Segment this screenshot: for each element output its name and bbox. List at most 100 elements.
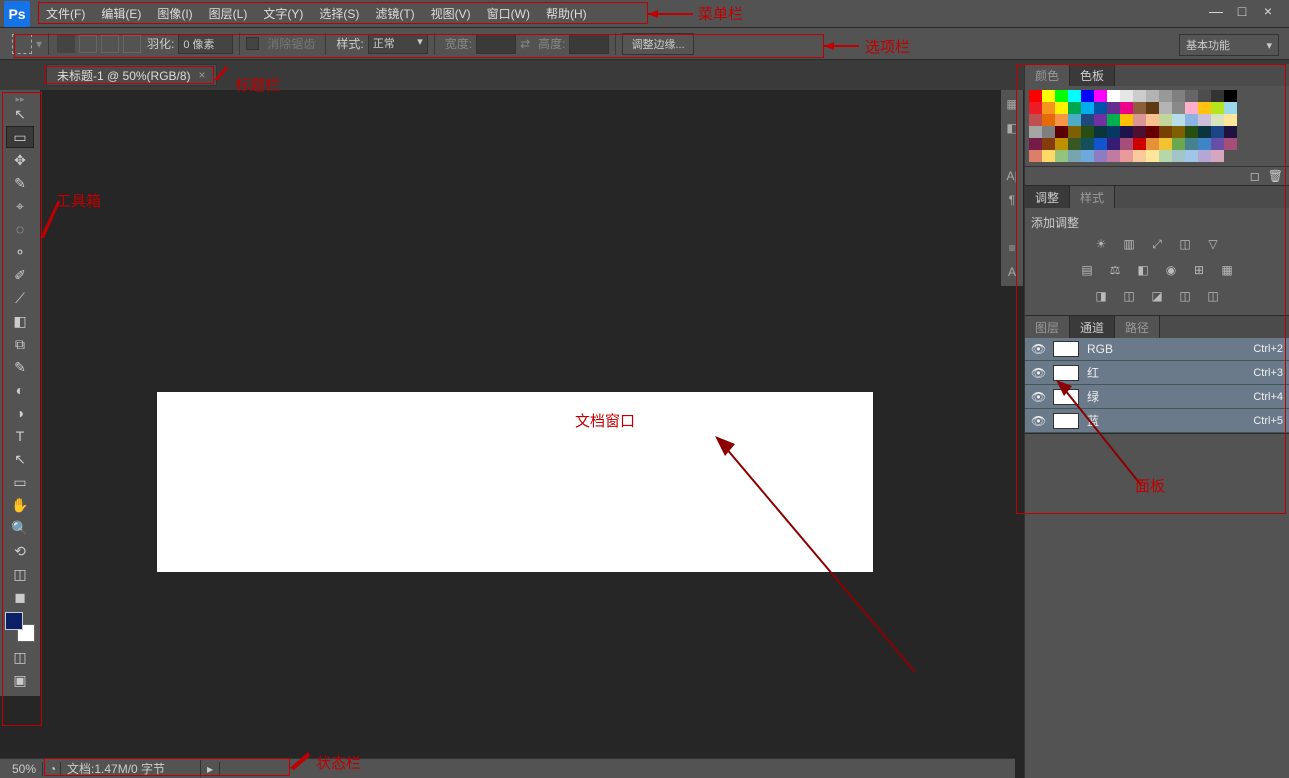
swatch[interactable]: [1068, 114, 1081, 126]
visibility-icon[interactable]: 👁: [1031, 414, 1047, 428]
panel-icon[interactable]: A|: [1002, 166, 1022, 186]
tool-button[interactable]: ✎: [6, 356, 34, 378]
swatch[interactable]: [1133, 150, 1146, 162]
swatch[interactable]: [1081, 138, 1094, 150]
swatch-grid[interactable]: [1025, 86, 1289, 166]
swatch[interactable]: [1185, 138, 1198, 150]
swatch[interactable]: [1107, 150, 1120, 162]
tool-button[interactable]: ◫: [6, 563, 34, 585]
swatch[interactable]: [1146, 114, 1159, 126]
tool-button[interactable]: ✋: [6, 494, 34, 516]
tool-button[interactable]: 🔍: [6, 517, 34, 539]
menu-item[interactable]: 图层(L): [201, 5, 256, 22]
selective-icon[interactable]: ◫: [1204, 287, 1222, 305]
menu-item[interactable]: 选择(S): [311, 5, 367, 22]
swatch[interactable]: [1107, 114, 1120, 126]
panel-icon[interactable]: ¶: [1002, 190, 1022, 210]
mode-add-icon[interactable]: [79, 35, 97, 53]
swatch[interactable]: [1120, 150, 1133, 162]
document-tab[interactable]: 未标题-1 @ 50%(RGB/8)×: [46, 64, 217, 86]
menu-item[interactable]: 文件(F): [38, 5, 93, 22]
swatch[interactable]: [1094, 90, 1107, 102]
swatch[interactable]: [1159, 150, 1172, 162]
color-tab[interactable]: 颜色: [1025, 64, 1070, 86]
swatch[interactable]: [1055, 126, 1068, 138]
swatch[interactable]: [1042, 102, 1055, 114]
photo-filter-icon[interactable]: ◉: [1162, 261, 1180, 279]
tool-button[interactable]: ⧉: [6, 333, 34, 355]
swatches-tab[interactable]: 色板: [1070, 64, 1115, 86]
swatch[interactable]: [1094, 150, 1107, 162]
channel-row[interactable]: 👁绿Ctrl+4: [1025, 385, 1289, 409]
swatch[interactable]: [1198, 126, 1211, 138]
channel-row[interactable]: 👁红Ctrl+3: [1025, 361, 1289, 385]
visibility-icon[interactable]: 👁: [1031, 366, 1047, 380]
swatch[interactable]: [1055, 102, 1068, 114]
swatch[interactable]: [1172, 90, 1185, 102]
swatch[interactable]: [1094, 102, 1107, 114]
swatch[interactable]: [1133, 114, 1146, 126]
swatch[interactable]: [1120, 102, 1133, 114]
swatch[interactable]: [1224, 90, 1237, 102]
swatch[interactable]: [1172, 150, 1185, 162]
adjustments-tab[interactable]: 调整: [1025, 186, 1070, 208]
swatch[interactable]: [1185, 114, 1198, 126]
swatch[interactable]: [1029, 90, 1042, 102]
swatch[interactable]: [1029, 102, 1042, 114]
swatch[interactable]: [1159, 114, 1172, 126]
swatch[interactable]: [1081, 90, 1094, 102]
invert-icon[interactable]: ◨: [1092, 287, 1110, 305]
tool-button[interactable]: ◌: [6, 218, 34, 240]
balance-icon[interactable]: ⚖: [1106, 261, 1124, 279]
swatch[interactable]: [1185, 126, 1198, 138]
layers-tab[interactable]: 图层: [1025, 316, 1070, 338]
curves-icon[interactable]: ⤢: [1148, 235, 1166, 253]
exposure-icon[interactable]: ◫: [1176, 235, 1194, 253]
visibility-icon[interactable]: 👁: [1031, 390, 1047, 404]
tool-button[interactable]: ⟋: [6, 287, 34, 309]
channel-row[interactable]: 👁RGBCtrl+2: [1025, 338, 1289, 361]
swatch[interactable]: [1211, 150, 1224, 162]
mixer-icon[interactable]: ⊞: [1190, 261, 1208, 279]
mode-new-icon[interactable]: [57, 35, 75, 53]
mode-intersect-icon[interactable]: [123, 35, 141, 53]
swatch[interactable]: [1042, 126, 1055, 138]
swatch[interactable]: [1068, 102, 1081, 114]
menu-item[interactable]: 文字(Y): [255, 5, 311, 22]
swatch[interactable]: [1146, 150, 1159, 162]
swatch[interactable]: [1042, 138, 1055, 150]
menu-item[interactable]: 滤镜(T): [367, 5, 422, 22]
tool-button[interactable]: ▭: [6, 126, 34, 148]
maximize-button[interactable]: □: [1229, 2, 1255, 20]
swatch[interactable]: [1133, 138, 1146, 150]
swatch[interactable]: [1172, 102, 1185, 114]
swatch[interactable]: [1081, 126, 1094, 138]
swatch[interactable]: [1198, 138, 1211, 150]
refine-edge-button[interactable]: 调整边缘...: [622, 33, 693, 55]
swatch[interactable]: [1120, 126, 1133, 138]
swatch[interactable]: [1224, 138, 1237, 150]
swatch[interactable]: [1094, 126, 1107, 138]
swatch[interactable]: [1159, 90, 1172, 102]
document-canvas[interactable]: [157, 392, 873, 572]
menu-item[interactable]: 图像(I): [149, 5, 200, 22]
swatch[interactable]: [1172, 114, 1185, 126]
swatch[interactable]: [1211, 102, 1224, 114]
delete-icon[interactable]: 🗑: [1268, 169, 1283, 183]
swatch[interactable]: [1185, 150, 1198, 162]
status-arrow-icon[interactable]: ▸: [201, 762, 220, 776]
menu-item[interactable]: 视图(V): [423, 5, 479, 22]
swatch[interactable]: [1146, 102, 1159, 114]
swatch[interactable]: [1094, 138, 1107, 150]
swatch[interactable]: [1211, 114, 1224, 126]
brightness-icon[interactable]: ☀: [1092, 235, 1110, 253]
swatch[interactable]: [1133, 126, 1146, 138]
swatch[interactable]: [1133, 102, 1146, 114]
swatch[interactable]: [1198, 102, 1211, 114]
swatch[interactable]: [1172, 138, 1185, 150]
swatch[interactable]: [1159, 126, 1172, 138]
swatch[interactable]: [1055, 150, 1068, 162]
swatch[interactable]: [1159, 138, 1172, 150]
screenmode-button[interactable]: ▣: [6, 669, 34, 691]
swatch[interactable]: [1107, 102, 1120, 114]
